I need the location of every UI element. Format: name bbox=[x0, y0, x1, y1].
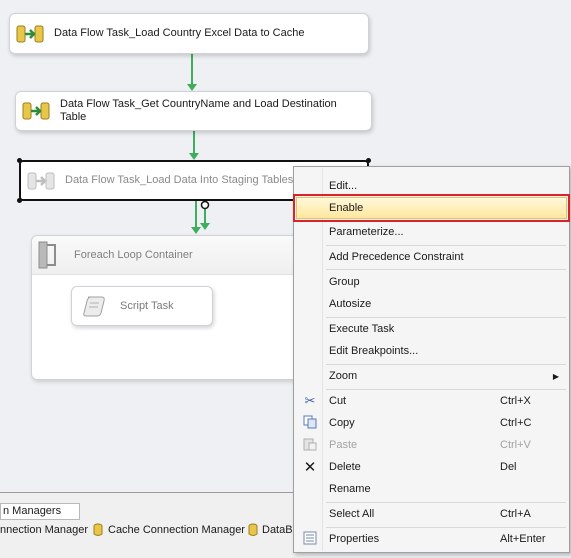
connection-manager-item[interactable]: Cache Connection Manager bbox=[108, 524, 245, 536]
menu-item-copy[interactable]: Copy Ctrl+C bbox=[296, 412, 567, 434]
container-header[interactable]: Foreach Loop Container bbox=[32, 236, 300, 275]
connection-managers-panel: n Managers nnection Manager Cache Connec… bbox=[0, 492, 300, 558]
menu-item-delete[interactable]: ✕ Delete Del bbox=[296, 456, 567, 478]
data-flow-task-icon bbox=[16, 25, 44, 42]
copy-icon bbox=[300, 415, 320, 432]
connection-manager-item[interactable]: nnection Manager bbox=[0, 524, 88, 536]
menu-item-properties[interactable]: Properties Alt+Enter bbox=[296, 528, 567, 550]
submenu-arrow-icon: ▶ bbox=[552, 371, 559, 381]
menu-item-rename[interactable]: Rename bbox=[296, 478, 567, 500]
cylinder-icon bbox=[248, 523, 258, 536]
task-label: Data Flow Task_Get CountryName and Load … bbox=[60, 98, 337, 123]
container-title: Foreach Loop Container bbox=[74, 249, 193, 261]
task-load-country-excel[interactable]: Data Flow Task_Load Country Excel Data t… bbox=[9, 13, 369, 54]
connection-managers-tab[interactable]: n Managers bbox=[0, 503, 80, 520]
properties-icon bbox=[300, 531, 320, 548]
menu-item-enable[interactable]: Enable bbox=[293, 194, 570, 222]
foreach-loop-icon bbox=[38, 241, 56, 269]
task-label: Script Task bbox=[120, 299, 174, 312]
menu-item-zoom[interactable]: Zoom ▶ bbox=[296, 365, 567, 387]
context-menu: Edit... Enable Parameterize... Add Prece… bbox=[293, 166, 570, 553]
selection-handle[interactable] bbox=[366, 158, 371, 163]
menu-item-parameterize[interactable]: Parameterize... bbox=[296, 221, 567, 243]
task-get-countryname[interactable]: Data Flow Task_Get CountryName and Load … bbox=[15, 91, 372, 131]
menu-item-autosize[interactable]: Autosize bbox=[296, 293, 567, 315]
data-flow-task-icon bbox=[22, 102, 50, 120]
selection-handle[interactable] bbox=[17, 158, 22, 163]
menu-item-execute-task[interactable]: Execute Task bbox=[296, 318, 567, 340]
delete-x-icon: ✕ bbox=[303, 459, 317, 476]
paste-icon bbox=[300, 437, 320, 454]
script-task-icon bbox=[83, 296, 105, 317]
menu-separator bbox=[326, 269, 566, 270]
menu-item-edit[interactable]: Edit... bbox=[296, 175, 567, 197]
task-label: Data Flow Task_Load Country Excel Data t… bbox=[54, 27, 305, 39]
menu-item-cut[interactable]: ✂ Cut Ctrl+X bbox=[296, 390, 567, 412]
task-label: Data Flow Task_Load Data Into Staging Ta… bbox=[65, 174, 294, 186]
cylinder-icon bbox=[93, 523, 103, 536]
menu-item-edit-breakpoints[interactable]: Edit Breakpoints... bbox=[296, 340, 567, 362]
data-flow-task-icon bbox=[27, 172, 55, 189]
menu-item-paste: Paste Ctrl+V bbox=[296, 434, 567, 456]
menu-item-group[interactable]: Group bbox=[296, 271, 567, 293]
menu-item-select-all[interactable]: Select All Ctrl+A bbox=[296, 503, 567, 525]
scissors-icon: ✂ bbox=[304, 393, 316, 408]
foreach-loop-container[interactable]: Foreach Loop Container Script Task bbox=[31, 235, 301, 380]
selection-handle[interactable] bbox=[17, 198, 22, 203]
script-task[interactable]: Script Task bbox=[71, 286, 213, 326]
menu-item-add-precedence-constraint[interactable]: Add Precedence Constraint bbox=[296, 246, 567, 268]
